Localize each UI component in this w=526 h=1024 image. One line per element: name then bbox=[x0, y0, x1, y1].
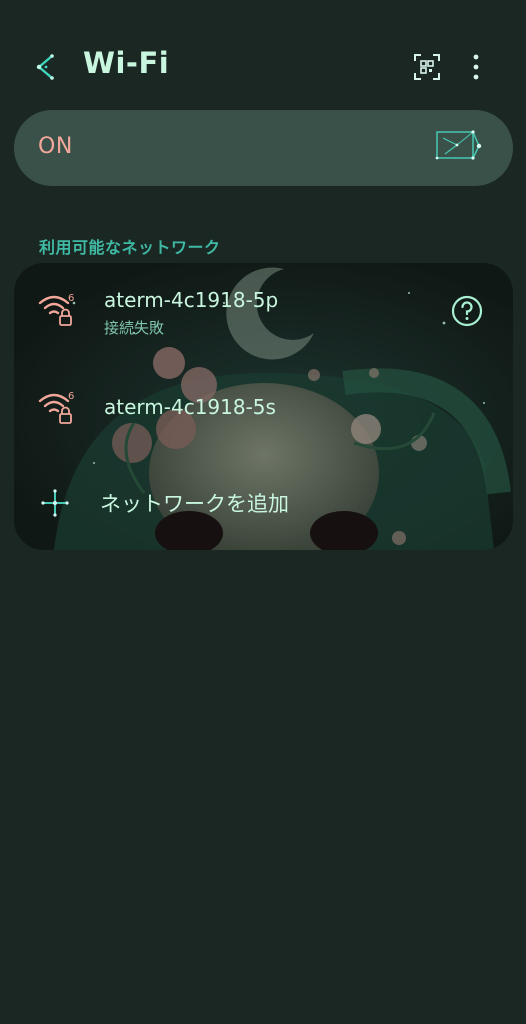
network-help-button[interactable] bbox=[450, 294, 484, 328]
add-sparkle-icon bbox=[41, 489, 69, 517]
qr-scan-button[interactable] bbox=[412, 52, 442, 82]
qr-scan-icon bbox=[414, 54, 440, 80]
network-name: aterm-4c1918-5p bbox=[104, 288, 279, 312]
wifi-toggle-switch[interactable] bbox=[435, 128, 483, 166]
network-item-1[interactable]: 6 aterm-4c1918-5p 接続失敗 bbox=[14, 263, 513, 358]
more-options-button[interactable] bbox=[466, 52, 486, 82]
back-arrow-icon bbox=[36, 54, 54, 80]
more-vert-icon bbox=[473, 54, 479, 80]
add-network-label: ネットワークを追加 bbox=[100, 492, 289, 516]
add-network-button[interactable]: ネットワークを追加 bbox=[14, 475, 513, 531]
svg-text:6: 6 bbox=[68, 293, 74, 304]
back-button[interactable] bbox=[32, 52, 62, 82]
available-networks-header: 利用可能なネットワーク bbox=[39, 238, 221, 257]
wifi-6-locked-icon: 6 bbox=[38, 391, 74, 424]
constellation-toggle-icon bbox=[435, 130, 482, 160]
svg-text:6: 6 bbox=[68, 391, 74, 402]
wifi-6-locked-icon: 6 bbox=[38, 293, 74, 326]
wifi-toggle-label: ON bbox=[38, 134, 73, 159]
network-item-2[interactable]: 6 aterm-4c1918-5s bbox=[14, 358, 513, 458]
help-circle-icon bbox=[451, 295, 483, 327]
page-title: Wi-Fi bbox=[83, 46, 170, 80]
wifi-toggle-row[interactable]: ON bbox=[14, 110, 513, 186]
network-status: 接続失敗 bbox=[104, 319, 165, 337]
network-name: aterm-4c1918-5s bbox=[104, 395, 276, 419]
network-list-card: 6 aterm-4c1918-5p 接続失敗 6 aterm-4c1918-5s bbox=[14, 263, 513, 550]
